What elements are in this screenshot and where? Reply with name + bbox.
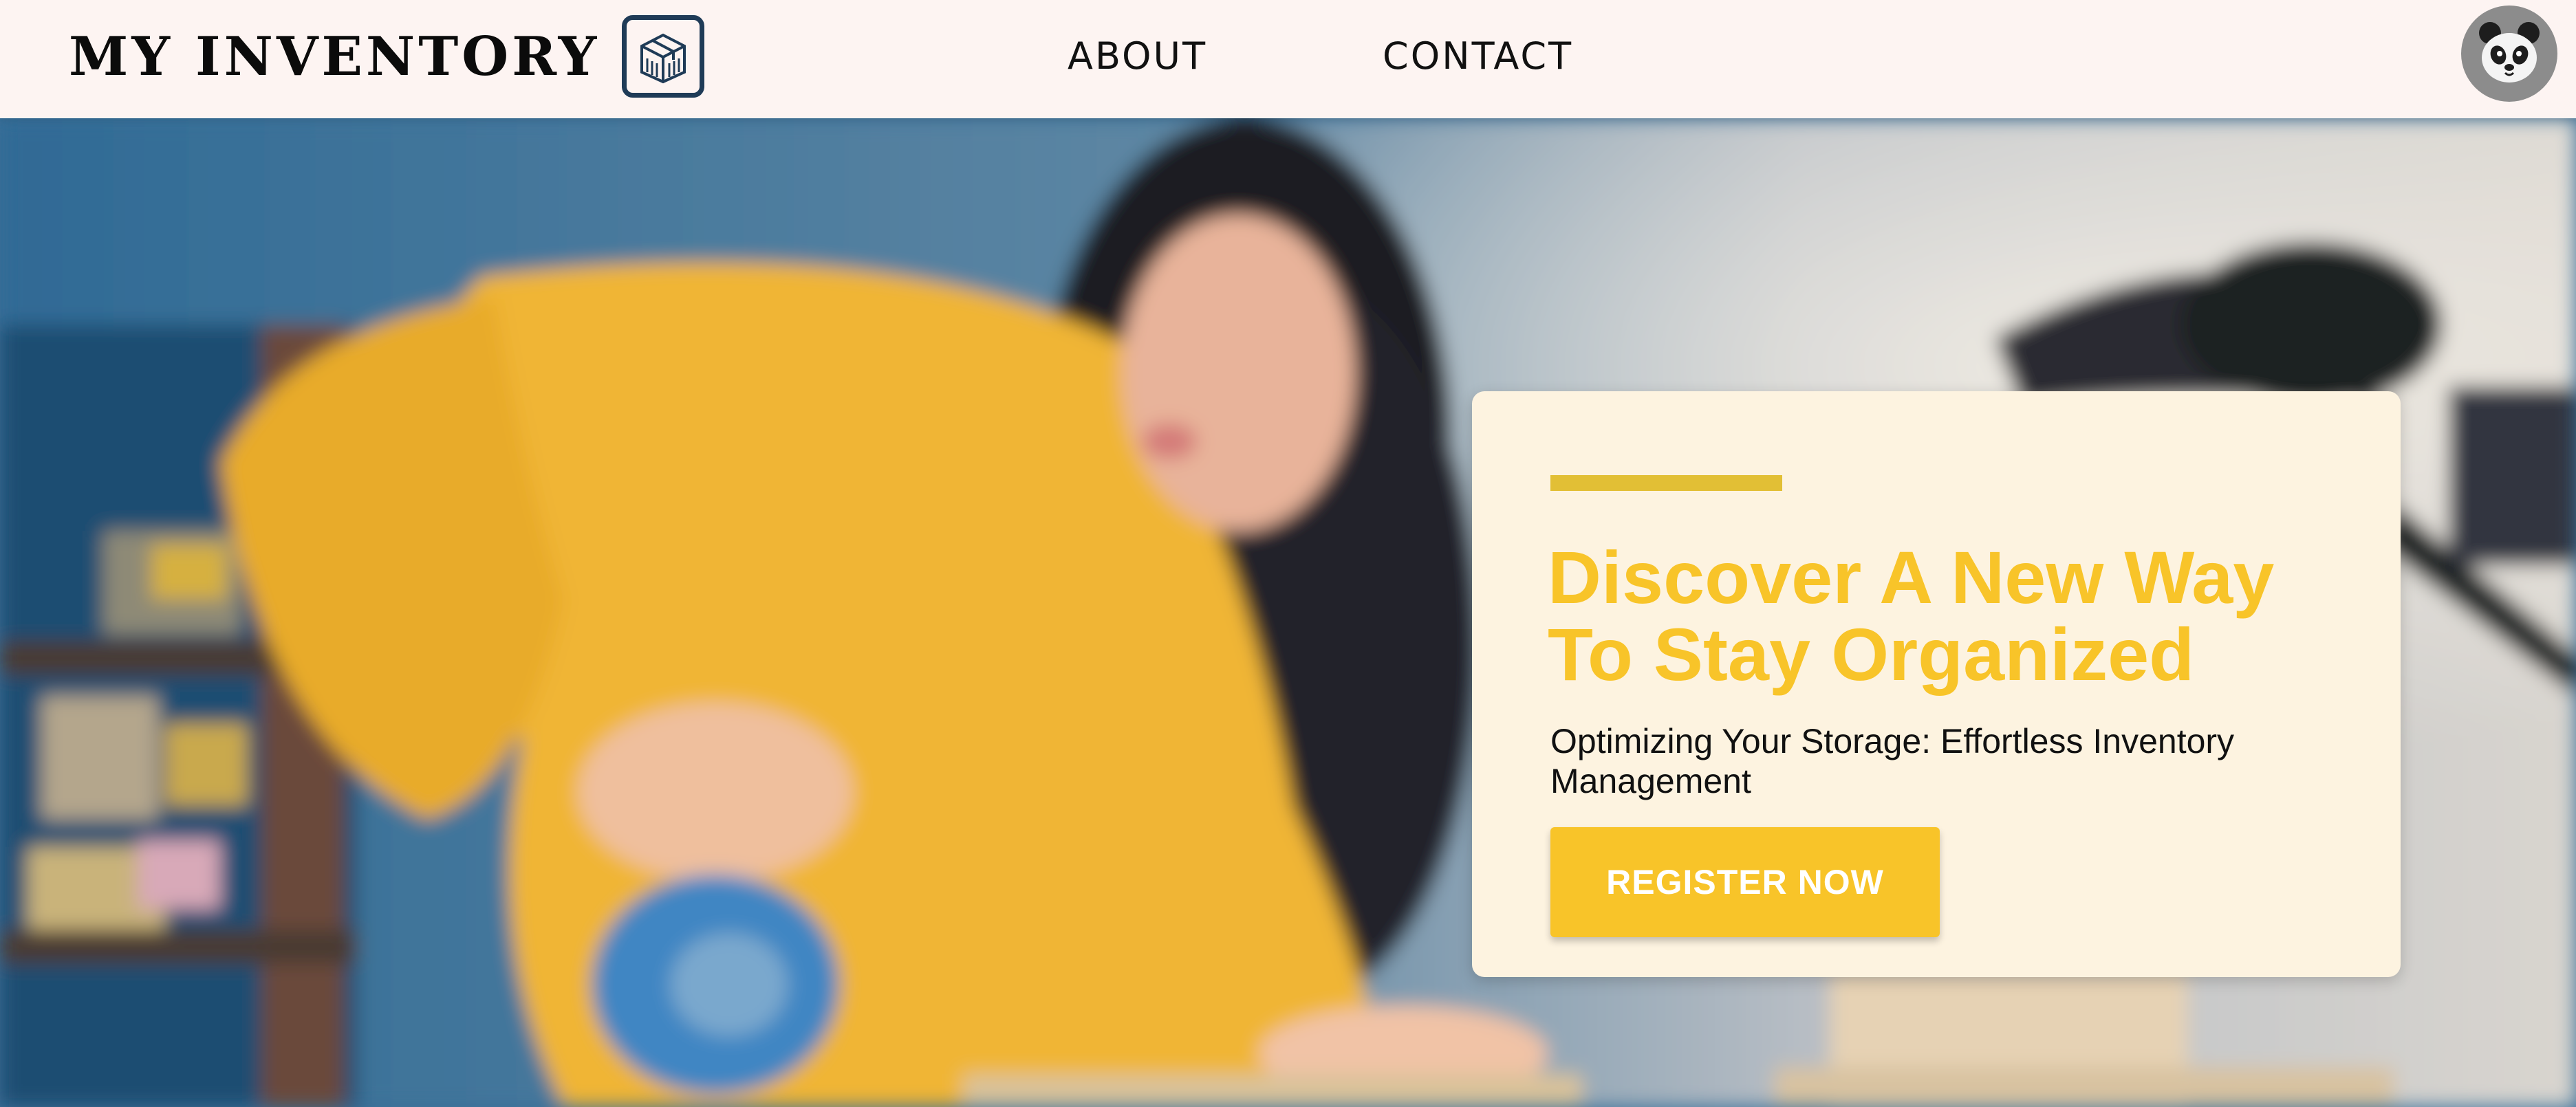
hero-subheadline: Optimizing Your Storage: Effortless Inve… xyxy=(1550,722,2235,800)
brand[interactable]: MY INVENTORY xyxy=(69,15,705,98)
brand-name: MY INVENTORY xyxy=(69,25,600,88)
nav-contact-link[interactable]: CONTACT xyxy=(1383,32,1573,80)
nav-about-link[interactable]: ABOUT xyxy=(1068,32,1207,80)
hero-section: Discover A New Way To Stay Organized Opt… xyxy=(0,118,2576,1107)
hero-headline: Discover A New Way To Stay Organized xyxy=(1548,536,2275,696)
accent-bar xyxy=(1550,475,1782,491)
top-navbar: MY INVENTORY ABOUT CONTACT xyxy=(0,0,2576,118)
inventory-box-icon xyxy=(622,15,705,98)
register-now-button[interactable]: REGISTER NOW xyxy=(1550,827,1940,937)
hero-card: Discover A New Way To Stay Organized Opt… xyxy=(1472,391,2401,977)
user-avatar[interactable] xyxy=(2461,6,2557,102)
panda-avatar-icon xyxy=(2479,22,2540,83)
